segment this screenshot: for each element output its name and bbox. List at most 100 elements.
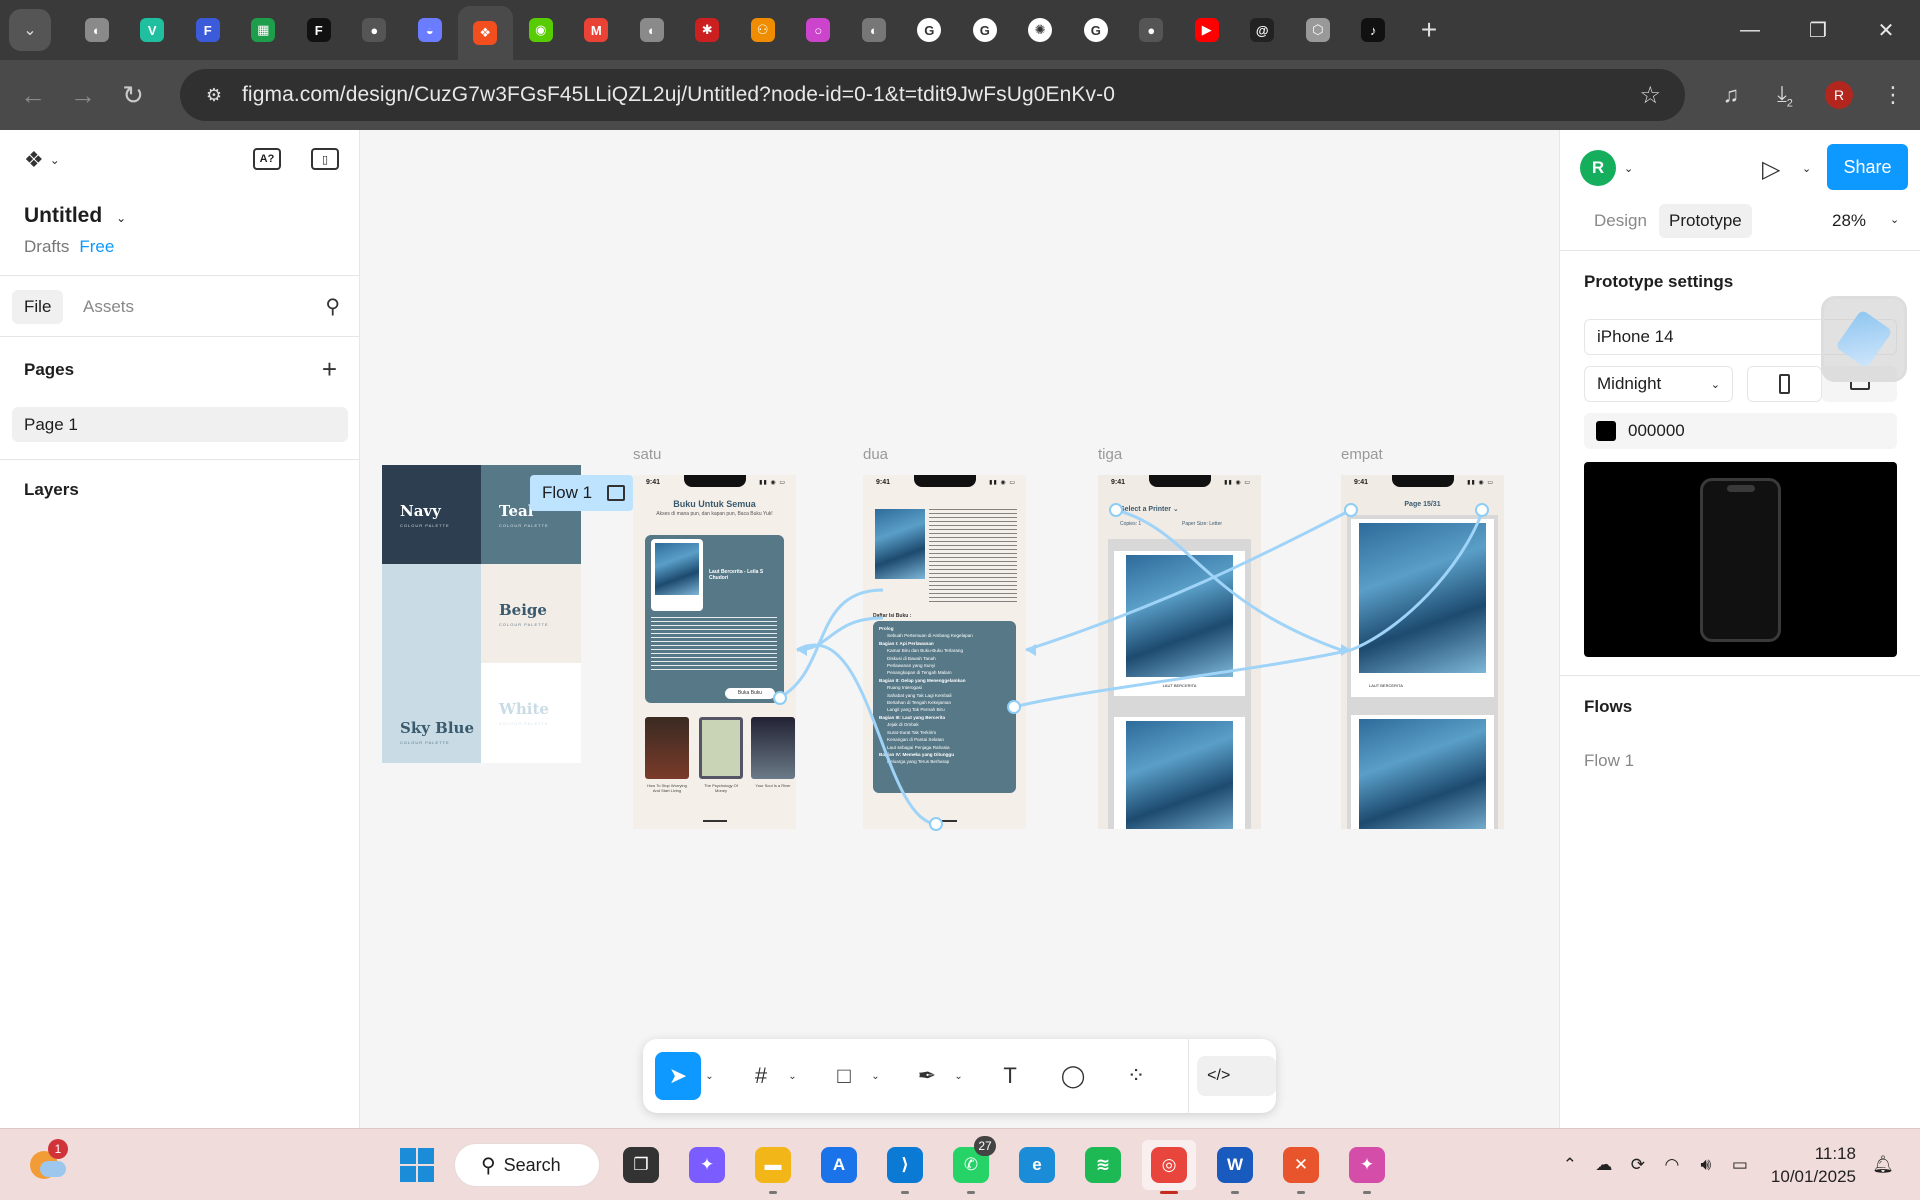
app-store-taskbar-button[interactable]: A [812, 1140, 866, 1190]
profile-avatar[interactable]: R [1825, 81, 1853, 109]
share-button[interactable]: Share [1827, 144, 1908, 190]
browser-tab[interactable]: ○ [791, 7, 847, 53]
device-color-select[interactable]: Midnight ⌄ [1584, 366, 1733, 402]
media-control-icon[interactable]: ♫ [1704, 82, 1758, 108]
floating-extension-widget[interactable] [1821, 296, 1907, 382]
tab-prototype[interactable]: Prototype [1659, 204, 1752, 238]
browser-tab[interactable]: ✺ [1013, 7, 1069, 53]
user-avatar[interactable]: R [1580, 150, 1616, 186]
toggle-sidebar-icon[interactable]: ▯ [311, 148, 339, 170]
browser-tab[interactable]: ⚇ [735, 7, 791, 53]
chevron-down-icon[interactable]: ⌄ [950, 1071, 967, 1082]
move-tool-icon[interactable]: ➤ [655, 1052, 701, 1100]
flow-list-item[interactable]: Flow 1 [1584, 751, 1634, 771]
new-tab-button[interactable]: + [1409, 14, 1449, 46]
drafts-link[interactable]: Drafts [24, 237, 69, 256]
color-swatch[interactable] [1596, 421, 1616, 441]
site-settings-icon[interactable]: ⚙ [192, 85, 236, 106]
portrait-toggle[interactable] [1747, 366, 1822, 402]
browser-tab[interactable]: @ [1235, 7, 1291, 53]
browser-tab[interactable]: G [957, 7, 1013, 53]
wifi-icon[interactable]: ◠ [1655, 1155, 1689, 1175]
browser-tab[interactable]: ◒ [402, 7, 458, 53]
browser-tab[interactable]: ◐ [846, 7, 902, 53]
vscode-taskbar-button[interactable]: ⟩ [878, 1140, 932, 1194]
browser-tab[interactable]: ⬡ [1290, 7, 1346, 53]
close-icon[interactable]: ✕ [1852, 0, 1920, 60]
browser-tab[interactable]: ▶ [1179, 7, 1235, 53]
spotify-taskbar-button[interactable]: ≋ [1076, 1140, 1130, 1190]
browser-tab[interactable]: ◐ [624, 7, 680, 53]
page-item[interactable]: Page 1 [12, 407, 348, 442]
canvas[interactable]: Navy COLOUR PALETTE Teal COLOUR PALETTE Sky … [361, 130, 1559, 1128]
minimize-icon[interactable]: — [1716, 0, 1784, 60]
browser-tab[interactable]: ▦ [236, 7, 292, 53]
tab-assets[interactable]: Assets [71, 290, 146, 324]
bookmark-star-icon[interactable]: ☆ [1639, 81, 1661, 110]
file-explorer-taskbar-button[interactable]: ▬ [746, 1140, 800, 1194]
url-text[interactable]: figma.com/design/CuzG7w3FGsF45LLiQZL2uj/… [242, 83, 1115, 107]
browser-tab[interactable]: ● [347, 7, 403, 53]
xampp-taskbar-button[interactable]: ✕ [1274, 1140, 1328, 1194]
onedrive-icon[interactable]: ☁ [1587, 1155, 1621, 1175]
chevron-down-icon[interactable]: ⌄ [784, 1071, 801, 1082]
omnibox[interactable]: ⚙ figma.com/design/CuzG7w3FGsF45LLiQZL2u… [180, 69, 1685, 121]
chevron-down-icon[interactable]: ⌄ [701, 1071, 718, 1082]
whatsapp-taskbar-button[interactable]: ✆ 27 [944, 1136, 998, 1194]
restore-icon[interactable]: ❐ [1784, 0, 1852, 60]
browser-tab[interactable]: ● [1124, 7, 1180, 53]
more-menu-icon[interactable]: ⋮ [1866, 82, 1920, 108]
chevron-down-icon[interactable]: ⌄ [867, 1071, 884, 1082]
text-tool-icon[interactable]: T [987, 1052, 1033, 1100]
rectangle-tool-icon[interactable]: □ [821, 1052, 867, 1100]
connection-line[interactable] [1350, 509, 1485, 652]
plan-badge[interactable]: Free [79, 237, 114, 256]
browser-tab[interactable]: ◉ [513, 7, 569, 53]
connection-handle[interactable] [1007, 700, 1021, 714]
connection-line[interactable] [1025, 508, 1352, 652]
browser-tab[interactable]: ❖ [457, 6, 513, 60]
connection-line[interactable] [1013, 648, 1352, 709]
back-button[interactable]: ← [8, 70, 58, 120]
dev-mode-toggle[interactable]: </> [1197, 1056, 1276, 1096]
file-title[interactable]: Untitled ⌄ [24, 204, 126, 228]
connection-handle[interactable] [1109, 503, 1123, 517]
browser-tab[interactable]: F [291, 7, 347, 53]
connection-line[interactable] [778, 588, 884, 700]
sync-icon[interactable]: ⟳ [1621, 1155, 1655, 1175]
word-taskbar-button[interactable]: W [1208, 1140, 1262, 1194]
chevron-down-icon[interactable]: ⌄ [1802, 162, 1811, 175]
chrome-taskbar-button[interactable]: ◎ [1142, 1140, 1196, 1194]
browser-tab[interactable]: ♪ [1346, 7, 1402, 53]
figma-logo-icon[interactable]: ❖ [24, 147, 44, 173]
start-button[interactable] [390, 1140, 444, 1190]
browser-tab[interactable]: ✱ [680, 7, 736, 53]
volume-icon[interactable]: 🔊︎ [1689, 1155, 1723, 1175]
chevron-down-icon[interactable]: ⌄ [1624, 162, 1633, 175]
chevron-up-icon[interactable]: ⌃ [1553, 1155, 1587, 1175]
comment-tool-icon[interactable]: ◯ [1050, 1052, 1096, 1100]
task-view-taskbar-button[interactable]: ❐ [614, 1140, 668, 1190]
colorful-app-taskbar-button[interactable]: ✦ [1340, 1140, 1394, 1194]
present-play-icon[interactable]: ▷ [1762, 155, 1780, 184]
background-hex-value[interactable]: 000000 [1628, 421, 1685, 441]
browser-tab[interactable]: G [1068, 7, 1124, 53]
background-color-field[interactable]: 000000 [1584, 413, 1897, 449]
add-page-icon[interactable]: + [322, 354, 337, 385]
connection-handle[interactable] [1344, 503, 1358, 517]
browser-tab[interactable]: G [902, 7, 958, 53]
browser-tab[interactable]: ◐ [69, 7, 125, 53]
tab-design[interactable]: Design [1584, 204, 1657, 238]
edge-taskbar-button[interactable]: e [1010, 1140, 1064, 1190]
connection-handle[interactable] [773, 691, 787, 705]
connection-handle[interactable] [929, 817, 943, 831]
download-icon[interactable]: ⤓2 [1758, 81, 1812, 109]
pen-tool-icon[interactable]: ✒ [904, 1052, 950, 1100]
frame-tool-icon[interactable]: # [738, 1052, 784, 1100]
ask-ai-icon[interactable]: A? [253, 148, 281, 170]
chevron-down-icon[interactable]: ⌄ [1890, 213, 1899, 226]
zoom-level[interactable]: 28% [1832, 211, 1866, 231]
browser-tab[interactable]: V [125, 7, 181, 53]
chevron-down-icon[interactable]: ⌄ [50, 153, 60, 167]
weather-widget[interactable]: 1 [30, 1139, 68, 1181]
